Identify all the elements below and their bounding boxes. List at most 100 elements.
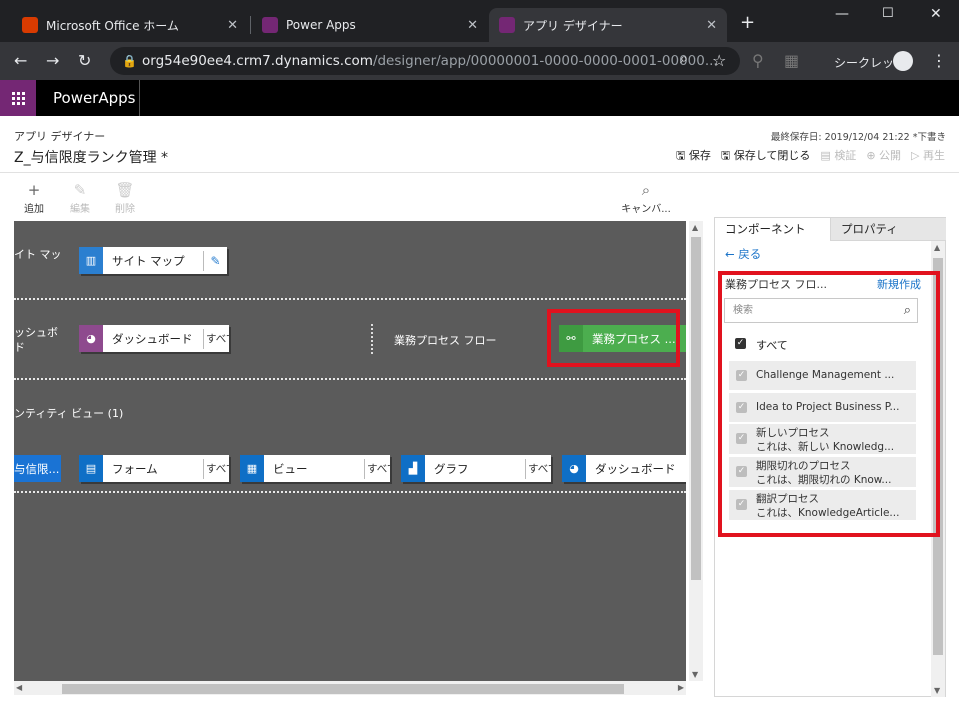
- dashboard-card-2[interactable]: ◕ ダッシュボード: [562, 455, 686, 482]
- tab-title: アプリ デザイナー: [523, 18, 623, 33]
- new-tab-icon[interactable]: +: [740, 12, 755, 33]
- scroll-down-icon[interactable]: ▼: [692, 670, 698, 679]
- scrollbar-thumb[interactable]: [62, 684, 624, 694]
- lock-icon: 🔒: [122, 54, 137, 68]
- back-arrow-icon[interactable]: ←: [14, 51, 27, 70]
- scrollbar-thumb[interactable]: [691, 237, 701, 580]
- page-subtitle: アプリ デザイナー: [14, 130, 106, 143]
- back-button[interactable]: ← 戻る: [725, 246, 761, 262]
- scroll-up-icon[interactable]: ▲: [692, 223, 698, 232]
- scroll-right-icon[interactable]: ▶: [678, 683, 684, 692]
- close-icon[interactable]: ✕: [706, 18, 717, 33]
- entity-card[interactable]: 与信限...: [14, 455, 61, 482]
- dashboard-card[interactable]: ◕ ダッシュボード すべて: [79, 325, 229, 352]
- close-icon[interactable]: ✕: [227, 18, 238, 33]
- dashboard-icon: ◕: [79, 325, 103, 352]
- designer-canvas[interactable]: イト マッ ▥ サイト マップ ✎ ッシュボ ド ◕ ダッシュボード すべて 業…: [14, 221, 686, 681]
- form-card[interactable]: ▤ フォーム すべて: [79, 455, 229, 482]
- entity-view-section-label: ンティティ ビュー (1): [14, 407, 124, 420]
- dashboard-card-2-label: ダッシュボード: [595, 461, 676, 476]
- dashboard-section-label-2: ド: [14, 341, 25, 354]
- reload-icon[interactable]: ↻: [78, 51, 91, 70]
- scroll-down-icon[interactable]: ▼: [934, 686, 940, 695]
- pencil-icon: ✎: [73, 181, 87, 199]
- page-title: Z_与信限度ランク管理 *: [14, 150, 169, 166]
- dashboard-all-label: すべて: [203, 328, 229, 349]
- publish-button[interactable]: ⊕ 公開: [866, 147, 901, 166]
- tab-separator: [250, 16, 251, 34]
- chart-all-label: すべて: [525, 458, 551, 479]
- url-path: /designer/app/00000001-0000-0000-0001-00…: [372, 53, 718, 69]
- tab-app-designer[interactable]: アプリ デザイナー ✕: [489, 8, 727, 42]
- save-label: 保存: [688, 149, 711, 162]
- last-saved-text: 最終保存日: 2019/12/04 21:22 *下書き: [770, 132, 946, 143]
- play-button[interactable]: ▷ 再生: [911, 147, 945, 166]
- tab-power-apps[interactable]: Power Apps ✕: [252, 8, 488, 42]
- close-icon[interactable]: ✕: [467, 18, 478, 33]
- tab-title: Power Apps: [286, 18, 356, 32]
- delete-label: 削除: [115, 204, 135, 215]
- grid-icon: ▦: [240, 455, 264, 482]
- save-close-icon: 🖫: [720, 149, 731, 162]
- app-name[interactable]: PowerApps: [53, 89, 135, 107]
- save-and-close-button[interactable]: 🖫 保存して閉じる: [721, 147, 811, 166]
- form-icon: ▤: [79, 455, 103, 482]
- highlight-box: [718, 271, 940, 537]
- chart-card-label: グラフ: [434, 461, 469, 476]
- address-bar-row: ← → ↻ 🔒 org54e90ee4.crm7.dynamics.com/de…: [0, 42, 959, 80]
- window-close-icon[interactable]: ✕: [930, 6, 942, 22]
- bpf-section-label: 業務プロセス フロー: [394, 334, 497, 347]
- validate-button[interactable]: ▤ 検証: [820, 147, 856, 166]
- maximize-icon[interactable]: ☐: [882, 6, 894, 21]
- section-divider: [14, 298, 686, 300]
- menu-kebab-icon[interactable]: ⋮: [931, 51, 947, 70]
- play-icon: ▷: [911, 149, 920, 162]
- tab-components[interactable]: コンポーネント: [715, 218, 830, 241]
- chart-card[interactable]: ▟ グラフ すべて: [401, 455, 551, 482]
- view-card[interactable]: ▦ ビュー すべて: [240, 455, 390, 482]
- waffle-icon[interactable]: [0, 80, 36, 116]
- zoom-icon[interactable]: ⌕: [680, 51, 688, 67]
- add-button[interactable]: + 追加: [14, 182, 54, 215]
- highlight-box: [547, 309, 680, 367]
- sitemap-card[interactable]: ▥ サイト マップ ✎: [79, 247, 227, 274]
- extension-icon[interactable]: ⚲: [752, 51, 764, 70]
- bar-chart-icon: ▟: [401, 455, 425, 482]
- incognito-icon[interactable]: [893, 51, 913, 71]
- delete-button[interactable]: 🗑 削除: [105, 182, 145, 215]
- sitemap-card-label: サイト マップ: [112, 253, 185, 268]
- forward-arrow-icon[interactable]: →: [46, 51, 59, 70]
- edit-button[interactable]: ✎ 編集: [60, 182, 100, 215]
- minimize-icon[interactable]: —: [835, 6, 849, 22]
- powerapps-icon: [499, 17, 515, 33]
- edit-label: 編集: [70, 204, 90, 215]
- section-divider: [14, 378, 686, 380]
- entity-card-label: 与信限...: [14, 461, 60, 476]
- divider: [0, 172, 959, 173]
- edit-sitemap-icon[interactable]: ✎: [203, 250, 227, 271]
- form-card-label: フォーム: [112, 461, 158, 476]
- bookmark-star-icon[interactable]: ☆: [712, 51, 726, 70]
- back-label: 戻る: [738, 247, 762, 261]
- office-icon: [22, 17, 38, 33]
- view-card-label: ビュー: [273, 461, 308, 476]
- validate-icon: ▤: [820, 149, 831, 162]
- extension-2-icon[interactable]: ▦: [784, 51, 799, 70]
- play-label: 再生: [923, 149, 945, 162]
- canvas-search-button[interactable]: ⌕ キャンバ...: [618, 182, 674, 215]
- tab-properties[interactable]: プロパティ: [830, 218, 946, 241]
- search-icon: ⌕: [641, 181, 651, 199]
- tab-office-home[interactable]: Microsoft Office ホーム ✕: [12, 8, 248, 42]
- dashboard-icon: ◕: [562, 455, 586, 482]
- url-host: org54e90ee4.crm7.dynamics.com: [142, 53, 373, 69]
- vertical-divider: [371, 324, 373, 354]
- scroll-left-icon[interactable]: ◀: [16, 683, 22, 692]
- save-button[interactable]: 🖫 保存: [676, 147, 711, 166]
- url-field[interactable]: 🔒 org54e90ee4.crm7.dynamics.com/designer…: [110, 47, 740, 75]
- scroll-up-icon[interactable]: ▲: [934, 243, 940, 252]
- save-close-label: 保存して閉じる: [733, 149, 811, 162]
- powerapps-icon: [262, 17, 278, 33]
- section-divider: [14, 491, 686, 493]
- command-bar: 🖫 保存 🖫 保存して閉じる ▤ 検証 ⊕ 公開 ▷ 再生: [676, 147, 945, 166]
- add-label: 追加: [24, 204, 44, 215]
